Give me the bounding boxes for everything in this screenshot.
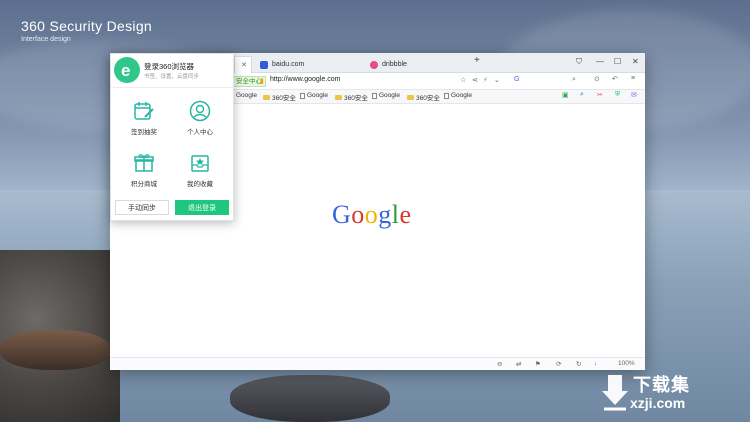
watermark-url: xzji.com <box>630 395 686 411</box>
search-icon[interactable]: ⌕ <box>572 76 576 84</box>
lightning-icon[interactable]: ⚡ <box>483 76 488 84</box>
folder-icon <box>263 94 270 100</box>
login-title[interactable]: 登录360浏览器 <box>144 61 194 72</box>
bookmark-item[interactable]: Google <box>444 92 472 99</box>
gift-box-icon <box>134 154 154 172</box>
skin-shirt-icon[interactable]: ⛉ <box>576 57 582 67</box>
bookmark-item[interactable]: 360安全 <box>263 92 296 102</box>
tab-active[interactable]: ✕ <box>234 56 252 73</box>
site-watermark: 下载集 xzji.com <box>600 369 745 417</box>
page-icon <box>444 92 449 99</box>
status-circle-icon[interactable]: ⊖ <box>497 360 502 368</box>
divider <box>111 87 235 88</box>
more-icon[interactable]: ⊙ <box>594 75 600 83</box>
brand-title: 360 Security Design <box>21 18 152 34</box>
bookmark-item[interactable]: 360安全 <box>335 92 368 102</box>
logo-letter: g <box>378 200 392 229</box>
manual-sync-button[interactable]: 手动同步 <box>115 200 169 215</box>
browser-logo-icon: e <box>114 57 140 83</box>
logo-letter: e <box>399 200 412 229</box>
dribbble-favicon-icon <box>370 60 378 69</box>
popup-item-points-mall[interactable]: 积分商城 <box>119 152 169 188</box>
new-tab-plus-icon[interactable]: + <box>474 55 480 66</box>
favorites-inbox-icon <box>191 155 209 172</box>
download-arrow-icon <box>602 375 628 411</box>
close-window-icon[interactable]: ✕ <box>632 57 639 66</box>
popup-item-profile[interactable]: 个人中心 <box>175 100 225 136</box>
cut-icon[interactable]: ✂ <box>597 91 603 99</box>
bookmark-item[interactable]: Google <box>300 92 328 99</box>
lock-icon: ▮ <box>260 78 264 85</box>
background-rock <box>230 375 390 422</box>
popup-item-favorites[interactable]: 我的收藏 <box>175 152 225 188</box>
tab-label: dribbble <box>382 61 407 68</box>
shield-icon[interactable]: ⛨ <box>615 91 620 99</box>
minimize-icon[interactable]: — <box>596 57 604 66</box>
find-icon[interactable]: ⌕ <box>580 91 584 99</box>
login-subtitle: 书签、设置、云盘同步 <box>144 74 200 80</box>
page-icon <box>372 92 377 99</box>
tab-baidu[interactable]: baidu.com <box>254 56 362 73</box>
popup-item-label: 积分商城 <box>131 181 157 188</box>
menu-icon[interactable]: ≡ <box>631 75 635 82</box>
tab-label: baidu.com <box>272 61 305 68</box>
popup-item-label: 签到抽奖 <box>131 129 157 136</box>
maximize-icon[interactable]: ☐ <box>614 57 621 66</box>
page-icon <box>300 92 305 99</box>
logo-letter: l <box>391 200 400 229</box>
logo-letter: o <box>364 200 379 229</box>
folder-icon <box>407 94 414 100</box>
dropdown-chevron-icon[interactable]: ⌄ <box>494 76 500 84</box>
popup-item-label: 个人中心 <box>187 129 213 136</box>
brand-subtitle: Interface design <box>21 36 71 43</box>
url-input[interactable]: http://www.google.com <box>270 76 340 83</box>
undo-icon[interactable]: ↶ <box>612 75 618 83</box>
logo-letter: G <box>332 200 352 229</box>
tab-close-icon[interactable]: ✕ <box>241 61 247 69</box>
status-flag-icon[interactable]: ⚑ <box>535 360 541 368</box>
zoom-level[interactable]: 100% <box>618 360 635 367</box>
background-rock <box>0 330 110 370</box>
profile-avatar-icon <box>189 100 211 122</box>
bookmark-item[interactable]: Google <box>236 92 257 99</box>
watermark-text: 下载集 <box>633 375 690 395</box>
status-bar: ⊖ ⇄ ⚑ ⟳ ↻ ↓ 100% <box>110 357 645 370</box>
status-download-icon[interactable]: ↓ <box>594 360 597 367</box>
baidu-favicon-icon <box>260 60 268 69</box>
popup-item-signin[interactable]: 签到抽奖 <box>119 100 169 136</box>
signin-calendar-icon <box>134 102 154 120</box>
google-logo: Google <box>332 200 412 230</box>
star-icon[interactable]: ☆ <box>460 76 466 84</box>
account-popup: e 登录360浏览器 书签、设置、云盘同步 签到抽奖 个人中心 积分商城 我的收… <box>110 53 235 221</box>
status-reload-icon[interactable]: ↻ <box>576 360 581 368</box>
search-engine-icon[interactable]: G <box>514 76 519 83</box>
mail-icon[interactable]: ✉ <box>631 91 637 99</box>
translate-icon[interactable]: ▣ <box>562 91 569 99</box>
bookmark-item[interactable]: Google <box>372 92 400 99</box>
logout-button[interactable]: 退出登录 <box>175 200 229 215</box>
folder-icon <box>335 94 342 100</box>
status-refresh-icon[interactable]: ⟳ <box>556 360 561 368</box>
popup-item-label: 我的收藏 <box>187 181 213 188</box>
logo-letter: o <box>351 200 365 229</box>
bookmark-item[interactable]: 360安全 <box>407 92 440 102</box>
tab-dribbble[interactable]: dribbble <box>364 56 472 73</box>
share-icon[interactable]: ⋖ <box>472 76 478 84</box>
status-sync-icon[interactable]: ⇄ <box>516 360 521 368</box>
